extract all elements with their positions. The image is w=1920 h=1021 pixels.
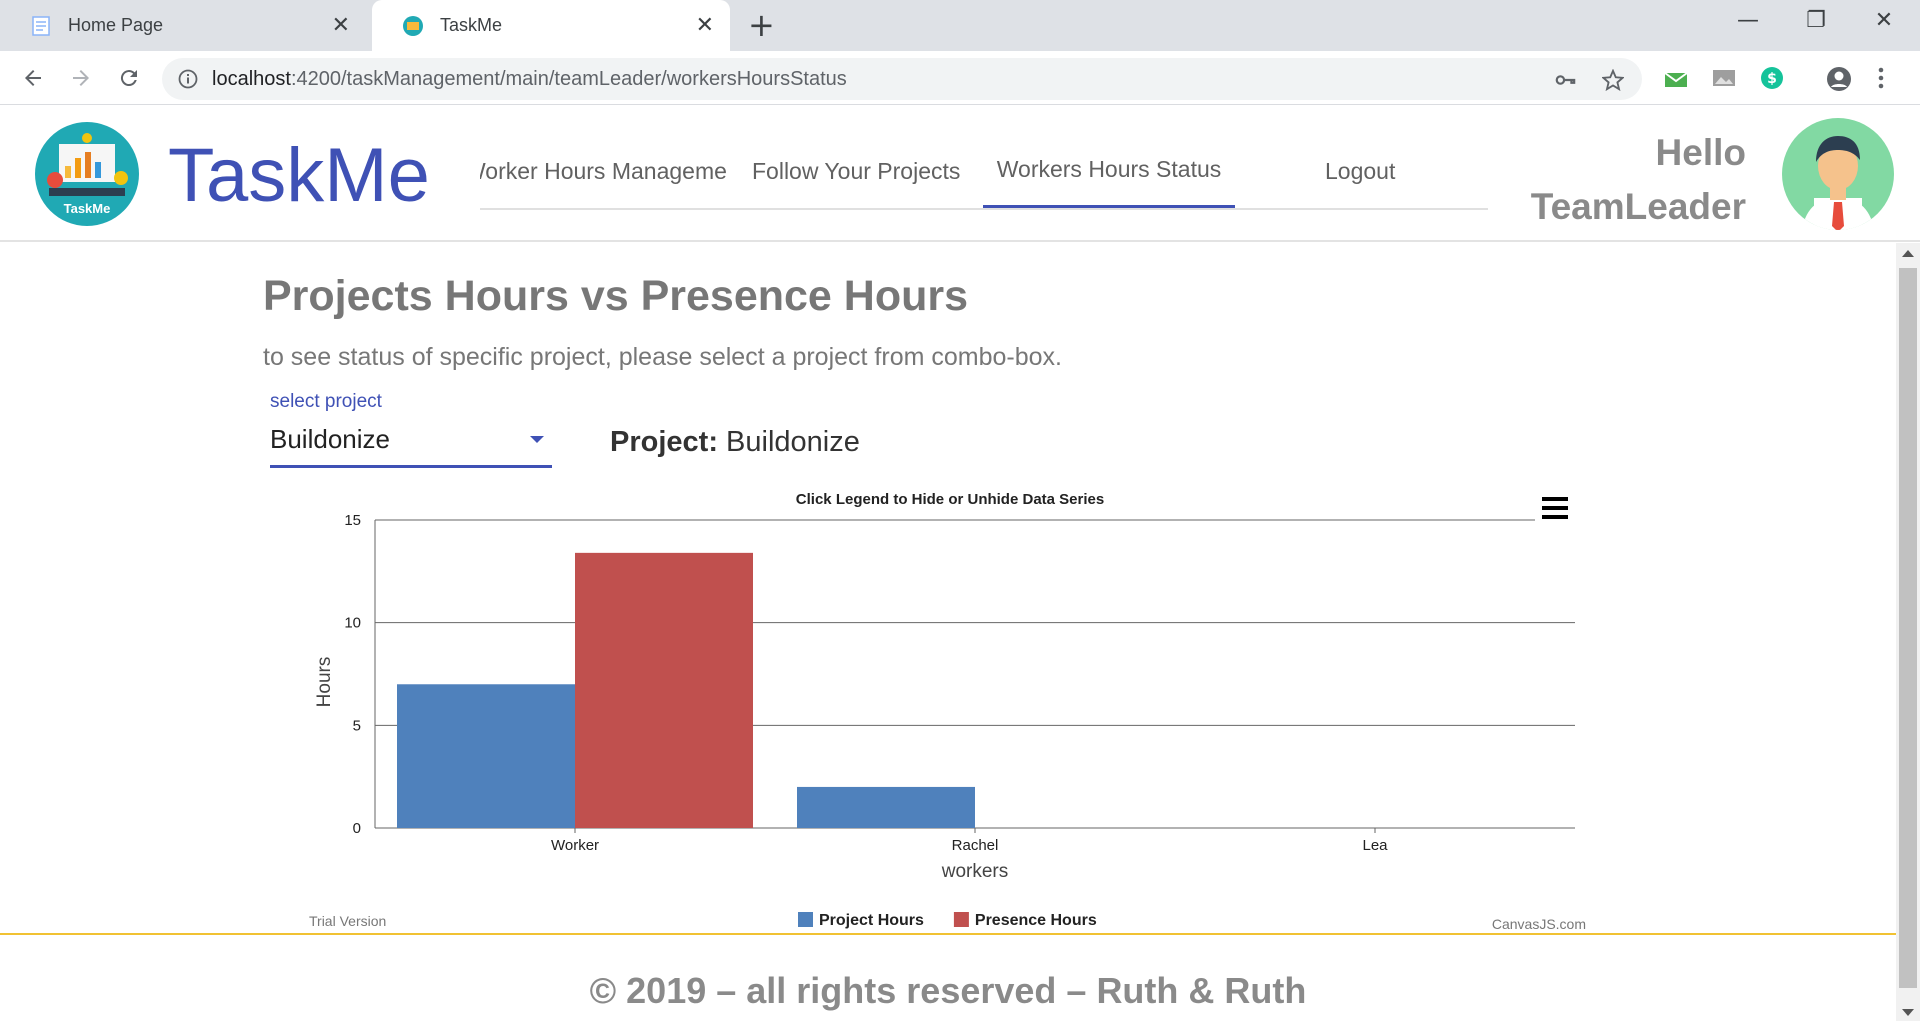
menu-bar [1542,506,1568,510]
extension-mail-icon[interactable] [1663,65,1689,91]
trial-version-label: Trial Version [309,913,386,929]
x-tick-label: Rachel [952,837,999,854]
x-axis-label: workers [941,861,1009,882]
address-bar[interactable]: localhost:4200/taskManagement/main/teamL… [162,58,1642,100]
reload-icon[interactable] [114,63,144,93]
window-close-icon[interactable]: ✕ [1864,8,1904,33]
url-host: localhost [212,68,291,90]
chart-menu-icon[interactable] [1542,497,1568,519]
page-title: Projects Hours vs Presence Hours [263,272,969,320]
footer-divider [0,933,1896,935]
forward-icon[interactable] [66,63,96,93]
account-icon[interactable] [1825,65,1853,93]
y-tick-label: 0 [353,820,361,837]
project-label: Project: [610,426,718,458]
tab-title: TaskMe [440,15,503,35]
selected-project: Project: Buildonize [610,426,860,459]
close-icon[interactable]: ✕ [332,14,350,36]
restore-icon[interactable]: ❐ [1796,8,1836,33]
y-axis-label: Hours [314,657,335,708]
nav-worker-hours-management[interactable]: Worker Hours Manageme [480,134,727,208]
select-project-label: select project [270,391,382,412]
url-path: :4200/taskManagement/main/teamLeader/wor… [290,68,847,90]
menu-bar [1542,497,1568,501]
page-subtitle: to see status of specific project, pleas… [263,343,1062,371]
legend-swatch[interactable] [953,912,969,927]
tab-title: Home Page [68,15,164,35]
greeting: Hello TeamLeader [1531,126,1746,234]
brand-title[interactable]: TaskMe [168,136,430,216]
app-header: TaskMe TaskMe Worker Hours Manageme Foll… [0,106,1920,242]
browser-tab-taskme[interactable]: TaskMe ✕ [372,0,730,51]
bar-project-hours-rachel [797,786,975,828]
star-icon[interactable] [1602,69,1624,91]
document-icon [32,15,50,36]
extension-image-icon[interactable] [1711,65,1737,91]
logo-caption: TaskMe [63,201,111,216]
url-text: localhost:4200/taskManagement/main/teamL… [212,68,847,91]
scroll-down-arrow-icon[interactable] [1902,1009,1914,1016]
key-icon[interactable] [1554,69,1576,91]
chart-title: Click Legend to Hide or Unhide Data Seri… [796,491,1104,508]
greeting-line-2: TeamLeader [1530,186,1746,227]
legend-swatch[interactable] [798,912,813,927]
y-tick-label: 15 [344,512,361,529]
greeting-line-1: Hello [1655,132,1746,173]
y-tick-label: 10 [344,615,361,632]
menu-bar [1542,515,1568,519]
user-avatar-icon [1802,136,1874,230]
dropdown-arrow-icon[interactable] [530,436,544,443]
browser-tab-bar: Home Page ✕ TaskMe ✕ + — ❐ ✕ [0,0,1920,51]
legend-item[interactable]: Presence Hours [975,912,1097,929]
x-tick-label: Lea [1362,837,1388,854]
taskme-logo[interactable]: TaskMe [35,122,139,226]
legend-item[interactable]: Project Hours [819,912,924,929]
canvasjs-credit: CanvasJS.com [1492,916,1586,932]
avatar[interactable] [1782,118,1894,230]
project-select[interactable]: Buildonize [270,420,552,468]
info-icon[interactable] [178,69,198,89]
minimize-icon[interactable]: — [1728,8,1768,33]
hours-chart: Click Legend to Hide or Unhide Data Seri… [309,491,1586,932]
nav-follow-your-projects[interactable]: Follow Your Projects [752,134,960,208]
close-icon[interactable]: ✕ [696,14,714,36]
project-value: Buildonize [726,426,860,458]
project-select-value: Buildonize [270,424,390,454]
y-tick-label: 5 [353,717,361,734]
bar-project-hours-worker [397,684,575,828]
nav-logout[interactable]: Logout [1325,134,1395,208]
x-tick-label: Worker [551,837,599,854]
globe-favicon-icon [403,15,423,36]
browser-tab-home[interactable]: Home Page ✕ [0,0,366,51]
bar-presence-hours-worker [575,552,753,828]
page-scrollbar[interactable] [1896,243,1920,1021]
main-nav: Worker Hours Manageme Follow Your Projec… [480,134,1488,210]
back-icon[interactable] [18,63,48,93]
new-tab-button[interactable]: + [748,9,775,41]
nav-workers-hours-status[interactable]: Workers Hours Status [983,134,1235,208]
browser-toolbar: localhost:4200/taskManagement/main/teamL… [0,51,1920,105]
scroll-up-arrow-icon[interactable] [1902,250,1914,257]
scroll-thumb[interactable] [1899,268,1917,988]
footer-copyright: © 2019 – all rights reserved – Ruth & Ru… [589,970,1307,1011]
svg-text:$: $ [1767,71,1777,87]
menu-dots-icon[interactable] [1876,65,1886,91]
extension-grammarly-icon[interactable]: $ [1759,65,1785,91]
